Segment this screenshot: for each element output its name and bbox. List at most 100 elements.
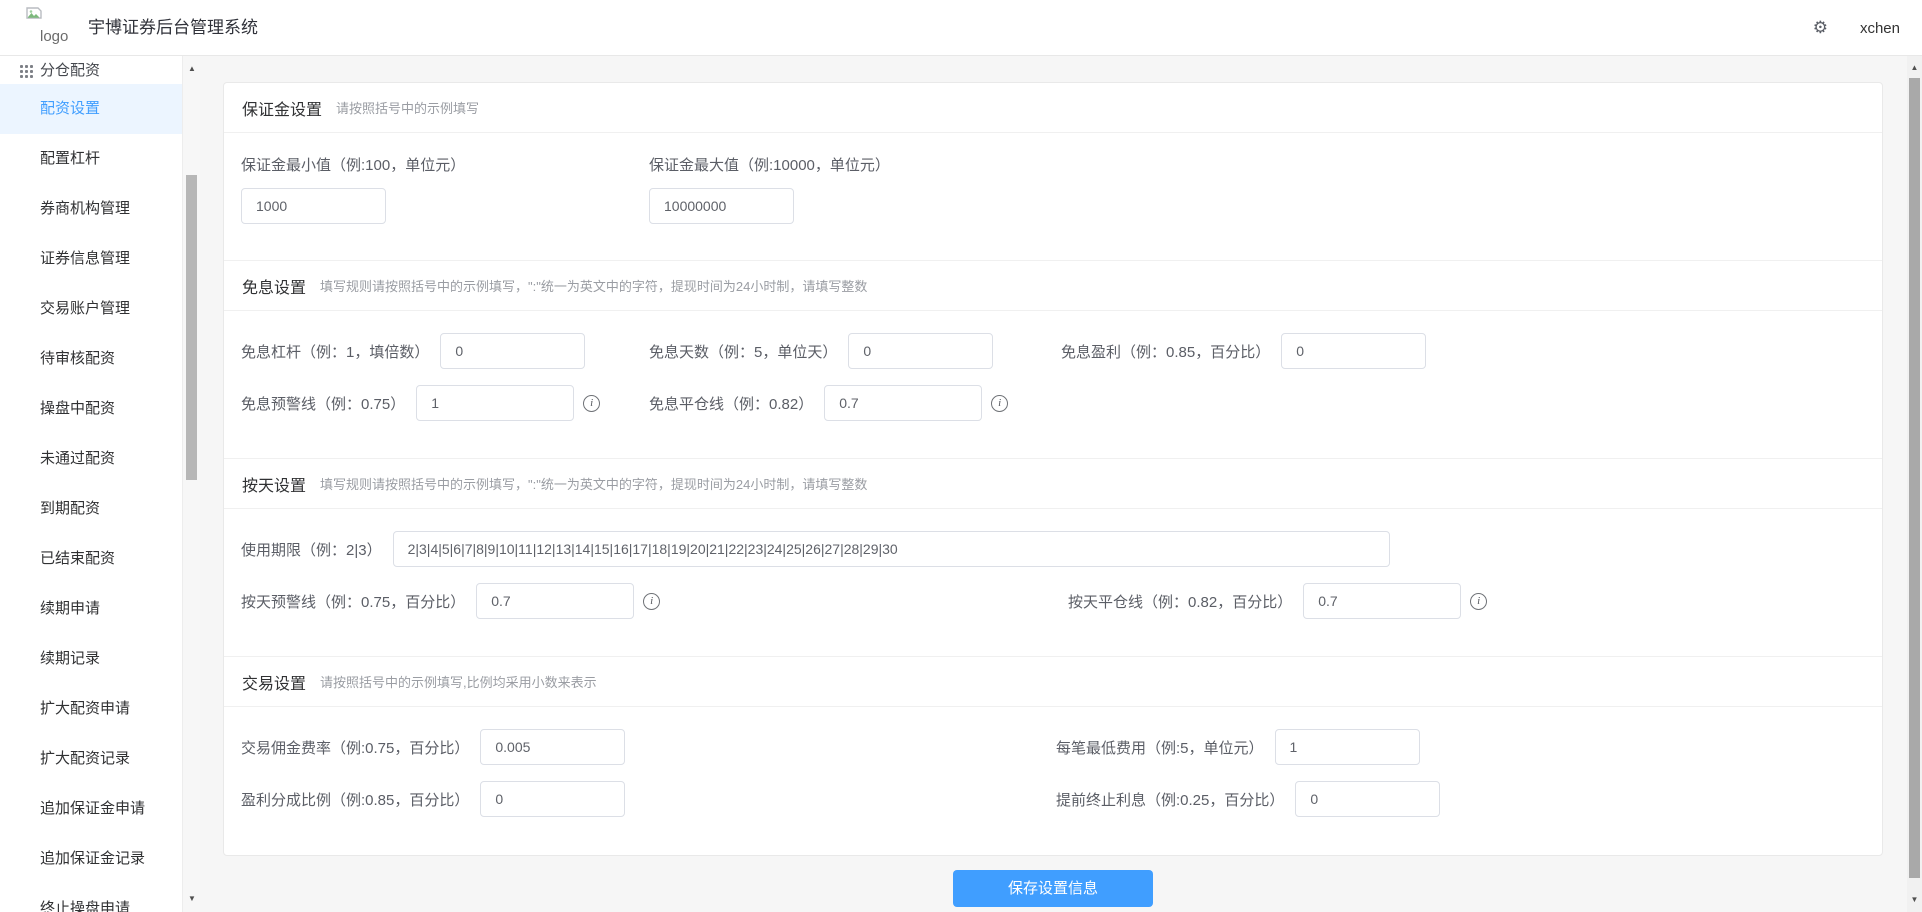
field-profit-share: 盈利分成比例（例:0.85，百分比） <box>241 781 626 817</box>
min-fee-input[interactable] <box>1274 729 1420 765</box>
sidebar-item-6[interactable]: 操盘中配资 <box>0 384 182 434</box>
sidebar-item-0[interactable]: 配资设置 <box>0 84 182 134</box>
scroll-up-arrow[interactable]: ▲ <box>1907 59 1922 77</box>
field-label: 按天预警线（例：0.75，百分比） <box>241 593 466 611</box>
sidebar-group-warehouse[interactable]: 分仓配资 <box>0 56 182 84</box>
field-label: 免息杠杆（例：1，填倍数） <box>241 343 430 361</box>
section-trade-settings: 交易设置 请按照括号中的示例填写,比例均采用小数来表示 交易佣金费率（例:0.7… <box>224 656 1882 855</box>
sidebar-scrollbar: ▲ ▼ <box>182 56 200 912</box>
field-label: 免息平仓线（例：0.82） <box>649 395 814 413</box>
app-window: logo 宇博证券后台管理系统 ⚙ xchen 分仓配资 配资设置 配置杠杆 券商机… <box>0 0 1922 912</box>
use-period-input[interactable] <box>392 531 1390 567</box>
field-daily-warning-line: 按天预警线（例：0.75，百分比） i <box>241 583 661 619</box>
margin-max-input[interactable] <box>649 188 794 224</box>
if-close-input[interactable] <box>824 385 983 421</box>
field-commission-rate: 交易佣金费率（例:0.75，百分比） <box>241 729 626 765</box>
top-header: logo 宇博证券后台管理系统 ⚙ xchen <box>0 0 1922 56</box>
daily-close-input[interactable] <box>1303 583 1462 619</box>
sidebar-item-10[interactable]: 续期申请 <box>0 584 182 634</box>
field-label: 提前终止利息（例:0.25，百分比） <box>1056 791 1285 809</box>
field-label: 使用期限（例：2|3） <box>241 541 382 559</box>
field-label: 交易佣金费率（例:0.75，百分比） <box>241 739 470 757</box>
info-icon[interactable]: i <box>1470 592 1488 610</box>
sidebar-item-11[interactable]: 续期记录 <box>0 634 182 684</box>
field-early-interest: 提前终止利息（例:0.25，百分比） <box>1056 781 1441 817</box>
sidebar-group-label: 分仓配资 <box>40 62 101 79</box>
section-title: 交易设置 <box>242 675 307 693</box>
section-daily-settings: 按天设置 填写规则请按照括号中的示例填写，":"统一为英文中的字符，提现时间为2… <box>224 458 1882 656</box>
if-lever-input[interactable] <box>440 333 586 369</box>
sidebar-scrollbar-thumb[interactable] <box>186 175 197 480</box>
scroll-down-arrow[interactable]: ▼ <box>183 890 201 908</box>
section-subtitle: 请按照括号中的示例填写 <box>336 101 480 116</box>
main-scrollbar-thumb[interactable] <box>1909 78 1920 878</box>
sidebar-item-3[interactable]: 证券信息管理 <box>0 234 182 284</box>
broken-image-icon <box>26 7 42 19</box>
app-title: 宇博证券后台管理系统 <box>88 18 258 37</box>
field-daily-close-line: 按天平仓线（例：0.82，百分比） i <box>1068 583 1488 619</box>
sidebar-item-15[interactable]: 追加保证金记录 <box>0 834 182 884</box>
section-interest-free-settings: 免息设置 填写规则请按照括号中的示例填写，":"统一为英文中的字符，提现时间为2… <box>224 260 1882 458</box>
field-if-profit: 免息盈利（例：0.85，百分比） <box>1061 333 1427 369</box>
section-subtitle: 请按照括号中的示例填写,比例均采用小数来表示 <box>320 675 597 690</box>
sidebar-menu: 配资设置 配置杠杆 券商机构管理 证券信息管理 交易账户管理 待审核配资 操盘中配资 未通过配… <box>0 84 182 912</box>
sidebar-item-8[interactable]: 到期配资 <box>0 484 182 534</box>
info-icon[interactable]: i <box>643 592 661 610</box>
main-content: 保证金设置 请按照括号中的示例填写 保证金最小值（例:100，单位元） 保证金最… <box>200 56 1907 912</box>
commission-rate-input[interactable] <box>480 729 626 765</box>
section-margin-settings: 保证金设置 请按照括号中的示例填写 保证金最小值（例:100，单位元） 保证金最… <box>224 83 1882 260</box>
section-subtitle: 填写规则请按照括号中的示例填写，":"统一为英文中的字符，提现时间为24小时制，… <box>320 279 868 294</box>
grid-menu-icon <box>20 65 33 78</box>
sidebar-item-12[interactable]: 扩大配资申请 <box>0 684 182 734</box>
scroll-up-arrow[interactable]: ▲ <box>183 60 201 78</box>
info-icon[interactable]: i <box>583 394 601 412</box>
sidebar-item-7[interactable]: 未通过配资 <box>0 434 182 484</box>
field-label: 按天平仓线（例：0.82，百分比） <box>1068 593 1293 611</box>
save-row: 保存设置信息 <box>223 870 1883 907</box>
save-settings-button[interactable]: 保存设置信息 <box>953 870 1153 907</box>
logo-alt-text: logo <box>40 28 69 45</box>
username[interactable]: xchen <box>1860 20 1900 37</box>
profit-share-input[interactable] <box>480 781 626 817</box>
if-profit-input[interactable] <box>1281 333 1427 369</box>
field-label: 免息盈利（例：0.85，百分比） <box>1061 343 1271 361</box>
field-if-close-line: 免息平仓线（例：0.82） i <box>649 385 1009 421</box>
sidebar-item-9[interactable]: 已结束配资 <box>0 534 182 584</box>
field-if-warning-line: 免息预警线（例：0.75） i <box>241 385 601 421</box>
sidebar-item-5[interactable]: 待审核配资 <box>0 334 182 384</box>
early-interest-input[interactable] <box>1295 781 1441 817</box>
section-subtitle: 填写规则请按照括号中的示例填写，":"统一为英文中的字符，提现时间为24小时制，… <box>320 477 868 492</box>
field-if-days: 免息天数（例：5，单位天） <box>649 333 994 369</box>
sidebar-top-clipped-item: 分仓配资 <box>0 56 182 84</box>
field-label: 免息预警线（例：0.75） <box>241 395 406 413</box>
sidebar-item-13[interactable]: 扩大配资记录 <box>0 734 182 784</box>
settings-card: 保证金设置 请按照括号中的示例填写 保证金最小值（例:100，单位元） 保证金最… <box>223 82 1883 856</box>
sidebar-item-1[interactable]: 配置杠杆 <box>0 134 182 184</box>
field-min-fee: 每笔最低费用（例:5，单位元） <box>1056 729 1420 765</box>
sidebar-item-14[interactable]: 追加保证金申请 <box>0 784 182 834</box>
main-scrollbar: ▲ ▼ <box>1907 56 1922 912</box>
sidebar-item-4[interactable]: 交易账户管理 <box>0 284 182 334</box>
section-title: 按天设置 <box>242 477 307 495</box>
info-icon[interactable]: i <box>991 394 1009 412</box>
field-label: 免息天数（例：5，单位天） <box>649 343 838 361</box>
sidebar: 分仓配资 配资设置 配置杠杆 券商机构管理 证券信息管理 交易账户管理 待审核配资 操盘中配… <box>0 56 182 912</box>
logo: logo <box>24 4 80 54</box>
field-label: 每笔最低费用（例:5，单位元） <box>1056 739 1264 757</box>
field-margin-max: 保证金最大值（例:10000，单位元） <box>649 154 890 224</box>
field-label: 保证金最大值（例:10000，单位元） <box>649 157 890 174</box>
scroll-down-arrow[interactable]: ▼ <box>1907 891 1922 909</box>
section-title: 保证金设置 <box>242 101 323 119</box>
field-label: 保证金最小值（例:100，单位元） <box>241 157 466 174</box>
sidebar-item-16[interactable]: 终止操盘申请 <box>0 884 182 912</box>
field-label: 盈利分成比例（例:0.85，百分比） <box>241 791 470 809</box>
daily-warning-input[interactable] <box>476 583 635 619</box>
if-warning-input[interactable] <box>416 385 575 421</box>
gear-icon[interactable]: ⚙ <box>1813 18 1828 38</box>
margin-min-input[interactable] <box>241 188 386 224</box>
field-margin-min: 保证金最小值（例:100，单位元） <box>241 154 465 224</box>
field-use-period: 使用期限（例：2|3） <box>241 531 1390 567</box>
section-title: 免息设置 <box>242 279 307 297</box>
sidebar-item-2[interactable]: 券商机构管理 <box>0 184 182 234</box>
if-days-input[interactable] <box>848 333 994 369</box>
